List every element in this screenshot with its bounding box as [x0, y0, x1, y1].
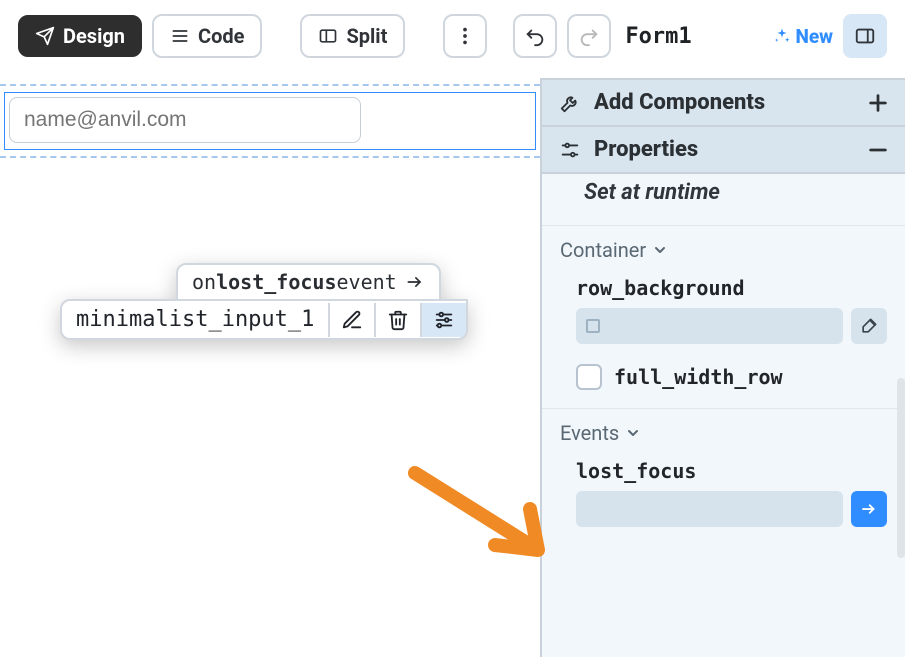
- rename-button[interactable]: [328, 303, 374, 337]
- lost-focus-field[interactable]: [576, 491, 843, 527]
- paper-plane-icon: [35, 26, 55, 46]
- event-hint-on: on: [192, 270, 216, 294]
- events-section: Events lost_focus: [542, 408, 905, 545]
- redo-icon: [578, 25, 600, 47]
- wrench-icon: [558, 91, 582, 115]
- event-hint-suffix: event: [337, 270, 397, 294]
- properties-button[interactable]: [420, 303, 466, 337]
- redo-button[interactable]: [567, 14, 611, 58]
- container-section: Container row_background full_width_row: [542, 225, 905, 408]
- split-label: Split: [346, 24, 387, 48]
- full-width-row-checkbox[interactable]: [576, 364, 602, 390]
- properties-header[interactable]: Properties: [542, 127, 905, 174]
- delete-button[interactable]: [374, 303, 420, 337]
- events-section-toggle[interactable]: Events: [560, 421, 641, 445]
- event-hint-pill[interactable]: on lost_focus event: [176, 263, 441, 301]
- trash-icon: [387, 309, 409, 331]
- row-background-field[interactable]: [576, 308, 843, 344]
- selected-component-row[interactable]: [4, 92, 536, 150]
- sparkle-icon: [773, 27, 791, 45]
- panel-right-icon: [854, 25, 876, 47]
- new-label: New: [795, 25, 833, 48]
- arrow-right-icon: [405, 272, 425, 292]
- design-button[interactable]: Design: [18, 15, 142, 57]
- design-label: Design: [63, 24, 125, 48]
- full-width-row-block: full_width_row: [560, 364, 887, 390]
- panel-toggle-button[interactable]: [843, 14, 887, 58]
- color-swatch-icon: [586, 319, 600, 333]
- code-button[interactable]: Code: [152, 14, 262, 58]
- component-name-pill: minimalist_input_1: [60, 299, 468, 340]
- lost-focus-block: lost_focus: [560, 459, 887, 527]
- properties-panel: Add Components Properties Set at runtime…: [540, 78, 905, 657]
- brush-icon: [859, 316, 879, 336]
- dots-vertical-icon: [454, 25, 476, 47]
- arrow-right-icon: [860, 500, 878, 518]
- email-input[interactable]: [9, 97, 361, 143]
- scrollbar[interactable]: [897, 378, 905, 558]
- component-name-label: minimalist_input_1: [62, 301, 328, 338]
- event-hint-name: lost_focus: [216, 270, 336, 294]
- pencil-icon: [341, 309, 363, 331]
- drop-frame: [0, 84, 540, 158]
- plus-icon[interactable]: [867, 92, 889, 114]
- component-floating-toolbar: on lost_focus event minimalist_input_1: [60, 263, 468, 340]
- new-button[interactable]: New: [773, 25, 833, 48]
- runtime-note: Set at runtime: [542, 174, 905, 225]
- chevron-down-icon: [625, 425, 641, 441]
- row-background-label: row_background: [576, 276, 887, 300]
- chevron-down-icon: [652, 242, 668, 258]
- events-section-label: Events: [560, 421, 619, 445]
- minus-icon[interactable]: [867, 139, 889, 161]
- list-icon: [170, 26, 190, 46]
- sliders-icon: [433, 309, 455, 331]
- container-section-toggle[interactable]: Container: [560, 238, 668, 262]
- design-canvas: on lost_focus event minimalist_input_1: [0, 78, 540, 657]
- split-button[interactable]: Split: [300, 14, 405, 58]
- container-section-label: Container: [560, 238, 646, 262]
- lost-focus-go-button[interactable]: [851, 491, 887, 527]
- full-width-row-label: full_width_row: [614, 365, 783, 389]
- split-icon: [318, 26, 338, 46]
- lost-focus-label: lost_focus: [576, 459, 887, 483]
- code-label: Code: [198, 24, 244, 48]
- add-components-header[interactable]: Add Components: [542, 78, 905, 127]
- top-toolbar: Design Code Split Form1 New: [0, 0, 905, 72]
- form-name-label: Form1: [625, 24, 691, 49]
- properties-label: Properties: [594, 137, 698, 162]
- color-picker-button[interactable]: [851, 308, 887, 344]
- sliders-icon: [558, 138, 582, 162]
- undo-icon: [524, 25, 546, 47]
- more-button[interactable]: [443, 14, 487, 58]
- row-background-block: row_background: [560, 276, 887, 344]
- add-components-label: Add Components: [594, 90, 765, 115]
- undo-button[interactable]: [513, 14, 557, 58]
